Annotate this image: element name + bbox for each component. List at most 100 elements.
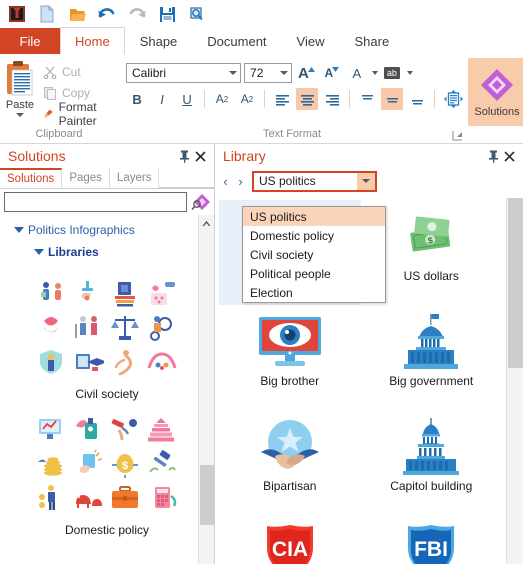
tab-share[interactable]: Share (339, 28, 404, 54)
dropdown-option-election[interactable]: Election (243, 283, 385, 302)
dropdown-option-us-politics[interactable]: US politics (243, 207, 385, 226)
tab-shape[interactable]: Shape (125, 28, 193, 54)
dropdown-option-domestic-policy[interactable]: Domestic policy (243, 226, 385, 245)
ribbon-tab-bar: File Home Shape Document View Share (0, 27, 523, 54)
svg-text:$: $ (122, 460, 128, 472)
expand-triangle-icon[interactable] (30, 249, 48, 255)
superscript-button[interactable]: A2 (211, 88, 233, 110)
paste-icon (6, 61, 33, 96)
thumb-cell (73, 313, 106, 343)
solutions-scrollbar[interactable] (198, 215, 214, 564)
tree-node-politics-infographics[interactable]: Politics Infographics (0, 219, 214, 241)
solutions-search-row (0, 189, 214, 215)
valign-top-button[interactable] (356, 88, 378, 110)
solutions-panel-header: Solutions (0, 144, 214, 168)
align-left-button[interactable] (271, 88, 293, 110)
text-fit-button[interactable] (441, 88, 466, 110)
library-scrollbar[interactable] (506, 198, 523, 564)
redo-icon[interactable] (126, 3, 148, 25)
grow-font-button[interactable]: A (295, 62, 318, 84)
valign-bottom-button[interactable] (406, 88, 428, 110)
subscript-button[interactable]: A2 (236, 88, 258, 110)
tree-node-libraries[interactable]: Libraries (0, 241, 214, 263)
text-format-dialog-launcher[interactable] (452, 130, 464, 142)
dropdown-option-political-people[interactable]: Political people (243, 264, 385, 283)
search-solutions-icon[interactable] (190, 191, 212, 213)
open-folder-icon[interactable] (66, 3, 88, 25)
font-color-button[interactable]: A (346, 62, 368, 84)
close-icon[interactable] (501, 147, 517, 165)
tree-node-label: Libraries (48, 245, 99, 259)
library-panel-title: Library (223, 148, 266, 164)
cut-button[interactable]: Cut (40, 62, 118, 81)
paste-button[interactable]: Paste (0, 58, 40, 128)
italic-button[interactable]: I (151, 88, 173, 110)
font-color-dropdown-caret[interactable] (371, 71, 378, 75)
format-painter-button[interactable]: Format Painter (40, 100, 118, 128)
tab-solutions[interactable]: Solutions (0, 168, 63, 188)
paste-dropdown-caret[interactable] (15, 113, 24, 117)
fbi-shield-icon: FBI (398, 519, 464, 564)
highlight-color-button[interactable]: ab (381, 62, 403, 84)
tab-home[interactable]: Home (60, 27, 125, 54)
solutions-button[interactable]: Solutions (468, 58, 523, 126)
shrink-font-button[interactable]: A (321, 62, 343, 84)
bold-button[interactable]: B (126, 88, 148, 110)
library-item-capitol-building[interactable]: Capitol building (361, 410, 503, 515)
font-name-dropdown-arrow[interactable] (225, 64, 240, 82)
app-icon[interactable] (6, 3, 28, 25)
library-prev-button[interactable]: ‹ (219, 171, 232, 191)
solutions-tree: Politics Infographics Libraries (0, 215, 214, 263)
expand-triangle-icon[interactable] (10, 227, 28, 233)
font-size-combo[interactable]: 72 (244, 63, 293, 83)
library-dropdown-menu[interactable]: US politics Domestic policy Civil societ… (242, 206, 386, 303)
library-selector-combo[interactable]: US politics (252, 170, 377, 192)
search-input[interactable] (4, 192, 187, 212)
font-name-combo[interactable]: Calibri (126, 63, 242, 83)
align-right-button[interactable] (321, 88, 343, 110)
library-item-big-government[interactable]: Big government (361, 305, 503, 410)
library-selector-value: US politics (259, 174, 316, 188)
library-selector-arrow[interactable] (357, 172, 375, 190)
svg-text:CIA: CIA (272, 538, 308, 561)
solutions-panel: Solutions Solutions Pages Layers Politic… (0, 144, 215, 564)
dropdown-option-civil-society[interactable]: Civil society (243, 245, 385, 264)
tab-document[interactable]: Document (192, 28, 281, 54)
thumb-cell (73, 347, 106, 377)
print-preview-icon[interactable] (186, 3, 208, 25)
thumbnail-label: Domestic policy (64, 523, 150, 537)
undo-icon[interactable] (96, 3, 118, 25)
tab-pages[interactable]: Pages (62, 168, 110, 188)
scroll-up-icon[interactable] (199, 215, 214, 231)
library-item-fbi[interactable]: FBI FBI (361, 515, 503, 564)
thumb-cell (146, 313, 179, 343)
scrollbar-thumb[interactable] (200, 465, 214, 525)
thumb-cell (146, 449, 179, 479)
thumb-cell (73, 415, 106, 445)
tabs-filler (159, 168, 214, 188)
tab-layers[interactable]: Layers (110, 168, 160, 188)
library-item-bipartisan[interactable]: Bipartisan (219, 410, 361, 515)
thumbnail-civil-society[interactable]: Civil society (0, 269, 214, 405)
alignment-divider (264, 90, 266, 108)
close-icon[interactable] (192, 147, 208, 165)
save-icon[interactable] (156, 3, 178, 25)
pin-icon[interactable] (176, 147, 192, 165)
thumb-cell (109, 415, 142, 445)
thumb-cell (146, 347, 179, 377)
pin-icon[interactable] (485, 147, 501, 165)
library-scrollbar-thumb[interactable] (508, 198, 523, 368)
tab-view[interactable]: View (282, 28, 340, 54)
library-item-label: Big brother (260, 374, 320, 388)
library-item-cia[interactable]: CIA CIA (219, 515, 361, 564)
library-item-big-brother[interactable]: Big brother (219, 305, 361, 410)
library-next-button[interactable]: › (234, 171, 247, 191)
valign-middle-button[interactable] (381, 88, 404, 110)
new-document-icon[interactable] (36, 3, 58, 25)
tab-file[interactable]: File (0, 28, 60, 54)
align-center-button[interactable] (296, 88, 319, 110)
font-size-dropdown-arrow[interactable] (276, 64, 291, 82)
underline-button[interactable]: U (176, 88, 198, 110)
highlight-dropdown-caret[interactable] (406, 71, 413, 75)
thumbnail-domestic-policy[interactable]: $ Domestic policy (0, 405, 214, 541)
